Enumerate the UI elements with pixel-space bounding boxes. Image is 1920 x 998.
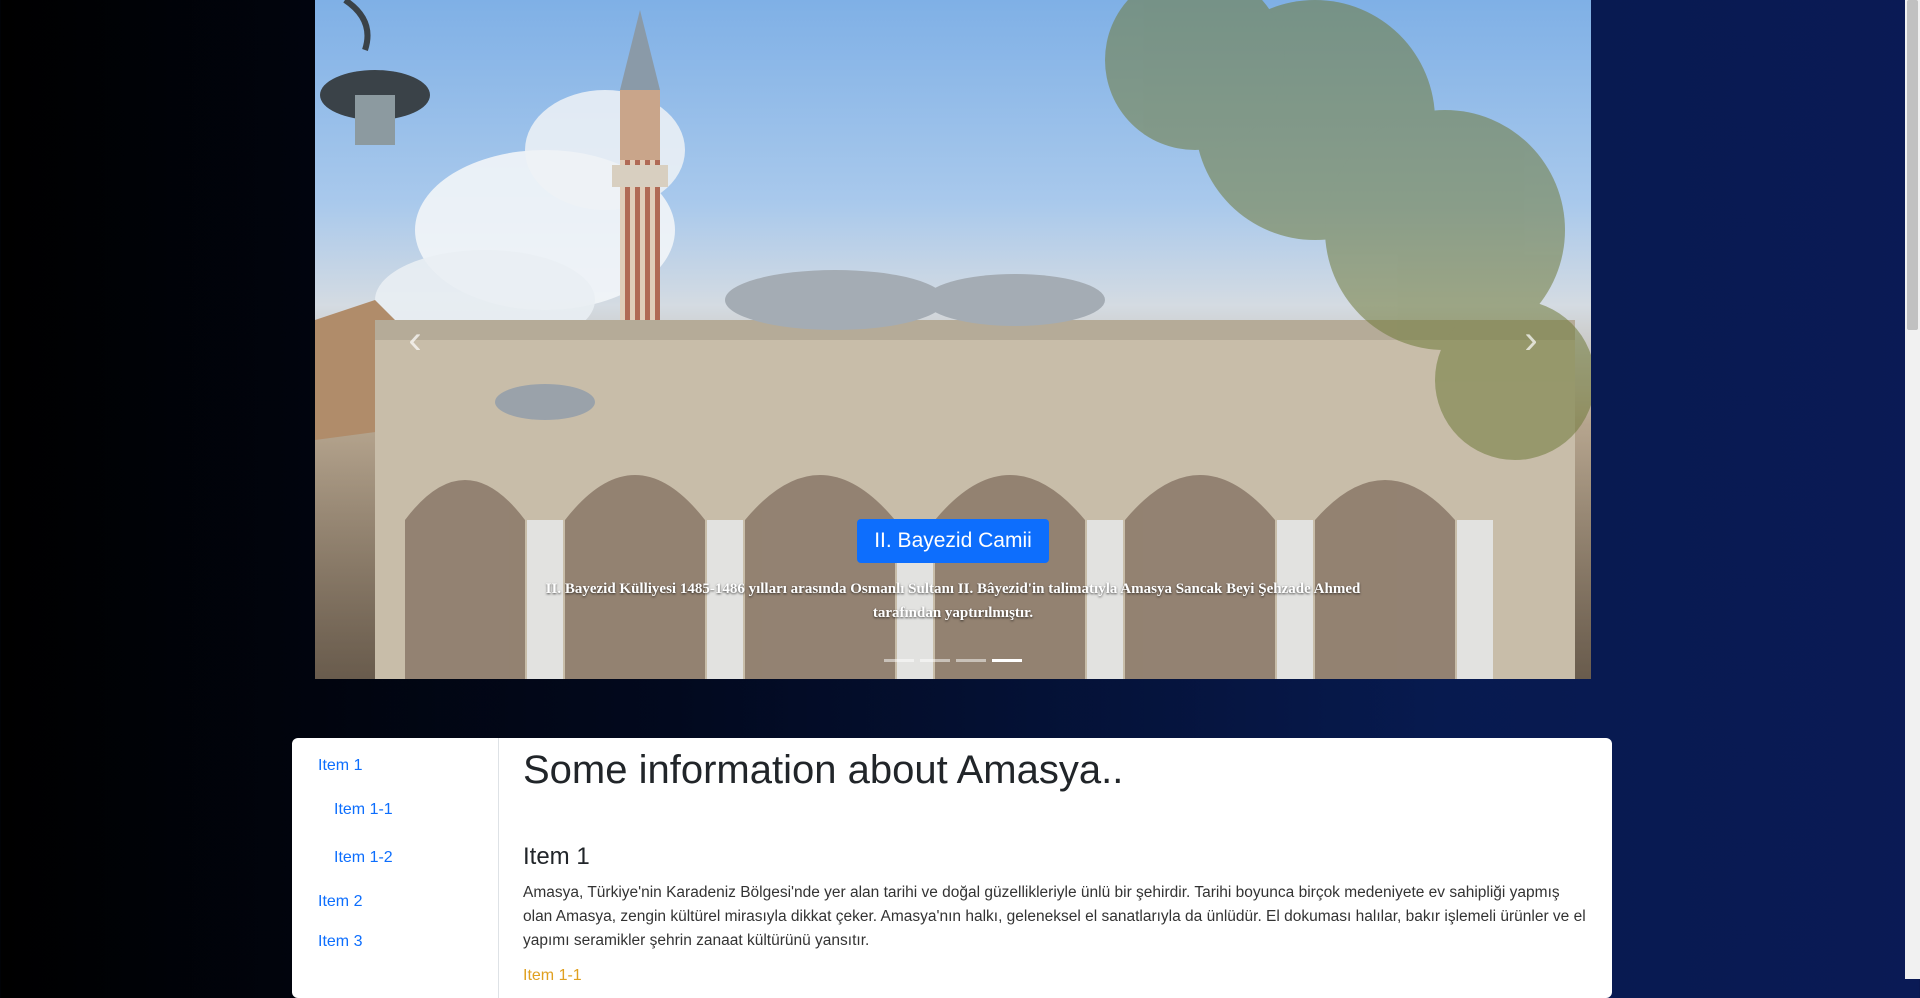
carousel-indicator-3[interactable]: [956, 659, 986, 662]
sidebar-nav: Item 1 Item 1-1 Item 1-2 Item 2 Item 3: [292, 738, 499, 998]
carousel-indicators: [315, 659, 1591, 662]
sidebar-item-3[interactable]: Item 3: [318, 933, 362, 951]
scrollbar[interactable]: [1905, 0, 1920, 979]
carousel-indicator-1[interactable]: [884, 659, 914, 662]
section-title: Item 1: [523, 843, 590, 870]
sidebar-item-1-1[interactable]: Item 1-1: [334, 801, 393, 819]
carousel-indicator-4[interactable]: [992, 659, 1022, 662]
chevron-right-icon: ›: [1524, 317, 1538, 362]
page-title: Some information about Amasya..: [523, 748, 1124, 792]
carousel-prev-button[interactable]: ‹: [385, 300, 445, 380]
section-text: Amasya, Türkiye'nin Karadeniz Bölgesi'nd…: [523, 884, 1586, 949]
content-card: Item 1 Item 1-1 Item 1-2 Item 2 Item 3 S…: [292, 738, 1612, 998]
sidebar-item-1-2[interactable]: Item 1-2: [334, 849, 393, 867]
caption-text: II. Bayezid Külliyesi 1485-1486 yılları …: [545, 581, 1361, 621]
sidebar-item-1[interactable]: Item 1: [318, 757, 362, 775]
carousel-indicator-2[interactable]: [920, 659, 950, 662]
sidebar-item-2[interactable]: Item 2: [318, 893, 362, 911]
chevron-left-icon: ‹: [408, 317, 422, 362]
image-carousel[interactable]: ‹ › II. Bayezid Camii II. Bayezid Külliy…: [315, 0, 1591, 679]
carousel-caption: II. Bayezid Camii II. Bayezid Külliyesi …: [315, 519, 1591, 625]
sub-heading: Item 1-1: [523, 967, 582, 984]
carousel-next-button[interactable]: ›: [1501, 300, 1561, 380]
caption-title: II. Bayezid Camii: [857, 519, 1049, 563]
scrollbar-thumb[interactable]: [1907, 0, 1918, 330]
